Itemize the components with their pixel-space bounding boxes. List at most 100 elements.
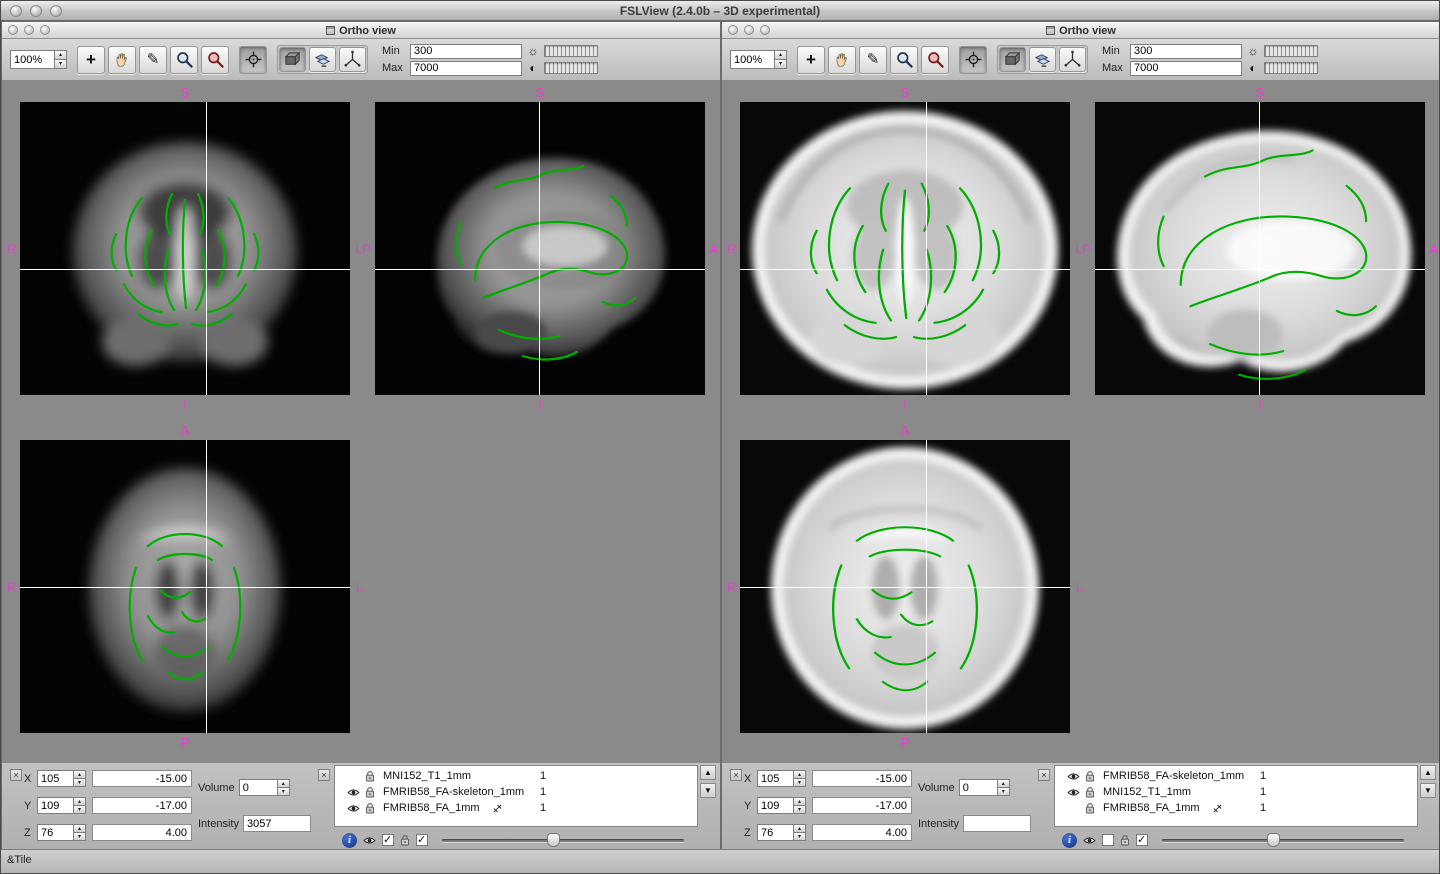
eye-icon[interactable] xyxy=(347,788,362,797)
layer-row[interactable]: FMRIB58_FA_1mm 1 xyxy=(335,800,697,816)
contrast-meter[interactable] xyxy=(1264,62,1318,74)
coronal-image[interactable] xyxy=(740,102,1070,395)
info-button[interactable]: i xyxy=(1062,833,1077,848)
zoom-spinbox[interactable]: ▴ ▾ xyxy=(10,50,67,69)
lock-icon[interactable] xyxy=(1085,770,1098,782)
volume-spinbox[interactable]: ▴▾ xyxy=(959,779,1010,796)
y-spinbox[interactable]: ▴▾ xyxy=(37,797,86,814)
z-input[interactable] xyxy=(757,824,793,841)
crosshair-tool-button[interactable] xyxy=(239,46,267,74)
lightbox-mode-button[interactable] xyxy=(1029,47,1056,72)
eye-icon[interactable] xyxy=(1067,772,1082,781)
opacity-slider[interactable] xyxy=(442,832,684,848)
z-spin-up-button[interactable]: ▴ xyxy=(793,824,806,833)
crosshair-horizontal[interactable] xyxy=(20,269,350,270)
x-spin-up-button[interactable]: ▴ xyxy=(793,770,806,779)
zoom-reset-button[interactable] xyxy=(921,46,949,74)
visibility-eye-icon[interactable] xyxy=(363,836,376,845)
z-spin-down-button[interactable]: ▾ xyxy=(73,833,86,841)
volume-input[interactable] xyxy=(959,779,997,796)
coronal-image[interactable] xyxy=(20,102,350,395)
zoom-spin-down-button[interactable]: ▾ xyxy=(54,60,67,69)
volume-spin-up-button[interactable]: ▴ xyxy=(277,779,290,788)
layer-scroll-up-button[interactable]: ▲ xyxy=(700,765,716,780)
layer-row[interactable]: MNI152_T1_1mm 1 xyxy=(335,768,697,784)
x-spinbox[interactable]: ▴▾ xyxy=(757,770,806,787)
draw-tool-button[interactable]: ✎ xyxy=(859,46,887,74)
layer-scroll-down-button[interactable]: ▼ xyxy=(1420,783,1436,798)
crosshair-vertical[interactable] xyxy=(539,102,540,395)
lock-checkbox[interactable] xyxy=(416,834,428,846)
lock-icon[interactable] xyxy=(365,770,378,782)
brightness-meter[interactable] xyxy=(544,45,598,57)
lock-icon[interactable] xyxy=(1085,802,1098,814)
ortho-mode-button[interactable] xyxy=(999,47,1026,72)
volume-spin-down-button[interactable]: ▾ xyxy=(997,788,1010,796)
coords-close-button[interactable]: × xyxy=(10,769,22,781)
visibility-checkbox[interactable] xyxy=(382,834,394,846)
zoom-spin-up-button[interactable]: ▴ xyxy=(54,50,67,60)
pane-titlebar[interactable]: Ortho view xyxy=(722,22,1440,39)
opacity-slider-track[interactable] xyxy=(442,839,684,842)
y-spin-up-button[interactable]: ▴ xyxy=(73,797,86,806)
z-mm-field[interactable] xyxy=(812,824,912,841)
zoom-spin-down-button[interactable]: ▾ xyxy=(774,60,787,69)
lock-icon[interactable] xyxy=(365,802,378,814)
info-button[interactable]: i xyxy=(342,833,357,848)
z-input[interactable] xyxy=(37,824,73,841)
contrast-meter[interactable] xyxy=(544,62,598,74)
ortho-mode-button[interactable] xyxy=(279,47,306,72)
layer-row[interactable]: FMRIB58_FA-skeleton_1mm 1 xyxy=(1055,768,1417,784)
x-mm-field[interactable] xyxy=(92,770,192,787)
x-mm-field[interactable] xyxy=(812,770,912,787)
crosshair-tool-button[interactable] xyxy=(959,46,987,74)
intensity-field[interactable] xyxy=(243,815,311,832)
volume-spin-down-button[interactable]: ▾ xyxy=(277,788,290,796)
y-spin-down-button[interactable]: ▾ xyxy=(73,806,86,814)
layer-scroll-down-button[interactable]: ▼ xyxy=(700,783,716,798)
eye-icon[interactable] xyxy=(1067,788,1082,797)
x-input[interactable] xyxy=(37,770,73,787)
zoom-in-button[interactable] xyxy=(170,46,198,74)
max-input[interactable] xyxy=(410,61,522,76)
visibility-eye-icon[interactable] xyxy=(1083,836,1096,845)
y-spinbox[interactable]: ▴▾ xyxy=(757,797,806,814)
crosshair-horizontal[interactable] xyxy=(740,269,1070,270)
volume-spinbox[interactable]: ▴▾ xyxy=(239,779,290,796)
intensity-field[interactable] xyxy=(963,815,1031,832)
max-input[interactable] xyxy=(1130,61,1242,76)
lightbox-mode-button[interactable] xyxy=(309,47,336,72)
layers-close-button[interactable]: × xyxy=(1038,769,1050,781)
x-spinbox[interactable]: ▴▾ xyxy=(37,770,86,787)
zoom-level-input[interactable] xyxy=(10,50,54,69)
zoom-level-input[interactable] xyxy=(730,50,774,69)
opacity-slider[interactable] xyxy=(1162,832,1404,848)
lock-checkbox[interactable] xyxy=(1136,834,1148,846)
pan-tool-button[interactable] xyxy=(828,46,856,74)
crosshair-horizontal[interactable] xyxy=(375,269,705,270)
lock-icon[interactable] xyxy=(1085,786,1098,798)
zoom-in-button[interactable] xyxy=(890,46,918,74)
y-mm-field[interactable] xyxy=(812,797,912,814)
opacity-slider-track[interactable] xyxy=(1162,839,1404,842)
opacity-slider-handle[interactable] xyxy=(1267,833,1280,847)
z-spin-up-button[interactable]: ▴ xyxy=(73,824,86,833)
lock-toggle-icon[interactable] xyxy=(400,834,410,846)
axial-image[interactable] xyxy=(740,440,1070,733)
sagittal-image[interactable] xyxy=(1095,102,1425,395)
layer-list[interactable]: MNI152_T1_1mm 1 FMRIB58_FA-skeleton_1mm … xyxy=(334,765,698,827)
crosshair-horizontal[interactable] xyxy=(20,587,350,588)
cursor-tool-button[interactable]: + xyxy=(797,46,825,74)
min-input[interactable] xyxy=(1130,44,1242,59)
lock-icon[interactable] xyxy=(365,786,378,798)
draw-tool-button[interactable]: ✎ xyxy=(139,46,167,74)
zoom-spinbox[interactable]: ▴ ▾ xyxy=(730,50,787,69)
zoom-reset-button[interactable] xyxy=(201,46,229,74)
brightness-meter[interactable] xyxy=(1264,45,1318,57)
layers-close-button[interactable]: × xyxy=(318,769,330,781)
visibility-checkbox[interactable] xyxy=(1102,834,1114,846)
main-titlebar[interactable]: FSLView (2.4.0b – 3D experimental) xyxy=(1,1,1439,21)
y-spin-down-button[interactable]: ▾ xyxy=(793,806,806,814)
crosshair-vertical[interactable] xyxy=(206,102,207,395)
sagittal-image[interactable] xyxy=(375,102,705,395)
